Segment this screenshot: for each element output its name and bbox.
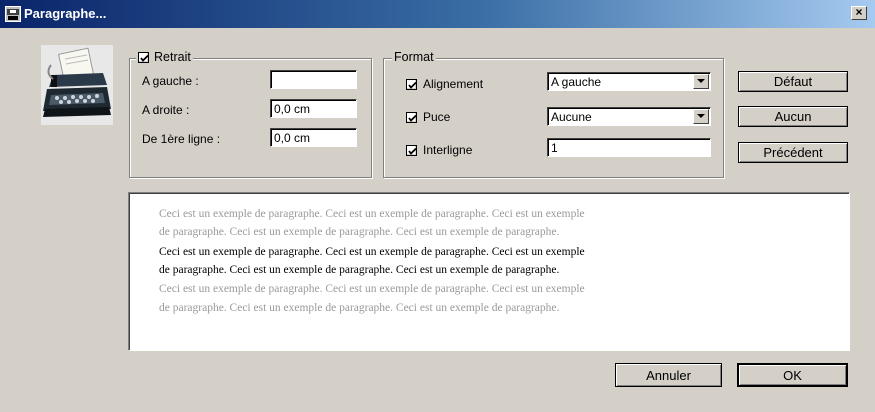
preview-line: Ceci est un exemple de paragraphe. Ceci … — [159, 283, 585, 295]
ok-button[interactable]: OK — [737, 363, 848, 387]
preview-line: Ceci est un exemple de paragraphe. Ceci … — [159, 246, 585, 258]
format-legend: Format — [392, 50, 436, 64]
bullet-value: Aucune — [551, 110, 592, 124]
check-icon — [408, 147, 417, 155]
paragraph-preview: Ceci est un exemple de paragraphe. Ceci … — [128, 192, 850, 351]
chevron-down-icon — [697, 79, 705, 83]
window-title: Paragraphe... — [24, 6, 107, 21]
left-indent-label: A gauche : — [142, 74, 199, 88]
retrait-legend: Retrait — [136, 50, 193, 64]
first-line-indent-input[interactable] — [270, 128, 357, 147]
alignment-checkbox[interactable] — [406, 79, 417, 90]
check-icon — [408, 114, 417, 122]
title-bar[interactable]: Paragraphe... × — [0, 0, 875, 28]
bullet-checkbox[interactable] — [406, 112, 417, 123]
bullet-select[interactable]: Aucune — [547, 107, 711, 126]
alignment-dropdown-button[interactable] — [693, 74, 709, 89]
cancel-button[interactable]: Annuler — [615, 363, 722, 387]
right-indent-input[interactable] — [270, 99, 357, 118]
paragraph-dialog: Paragraphe... × Retrait A gauche: A dro… — [0, 0, 875, 412]
preview-line: de paragraphe. Ceci est un exemple de pa… — [159, 302, 560, 314]
bullet-label: Puce — [423, 110, 451, 124]
close-button[interactable]: × — [851, 6, 867, 20]
chevron-down-icon — [697, 114, 705, 118]
right-indent-label: A droite : — [142, 103, 190, 117]
alignment-label: Alignement — [423, 77, 484, 91]
typewriter-icon — [41, 45, 113, 125]
check-icon — [408, 81, 417, 89]
line-spacing-checkbox[interactable] — [406, 145, 417, 156]
line-spacing-input[interactable] — [547, 138, 711, 157]
line-spacing-label: Interligne — [423, 143, 473, 157]
close-icon: × — [855, 5, 863, 19]
check-icon — [140, 54, 149, 62]
preview-line: de paragraphe. Ceci est un exemple de pa… — [159, 226, 560, 238]
none-button[interactable]: Aucun — [738, 106, 848, 127]
retrait-checkbox[interactable] — [138, 51, 149, 63]
window-app-icon — [5, 6, 21, 22]
previous-button[interactable]: Précédent — [738, 142, 848, 163]
left-indent-input[interactable] — [270, 70, 357, 89]
default-button[interactable]: Défaut — [738, 71, 848, 92]
bullet-dropdown-button[interactable] — [693, 109, 709, 124]
retrait-label: Retrait — [154, 50, 191, 64]
first-line-indent-label: De 1ère ligne : — [142, 132, 221, 146]
preview-line: Ceci est un exemple de paragraphe. Ceci … — [159, 208, 585, 220]
alignment-select[interactable]: A gauche — [547, 72, 711, 91]
preview-line: de paragraphe. Ceci est un exemple de pa… — [159, 264, 560, 276]
alignment-value: A gauche — [551, 75, 602, 89]
